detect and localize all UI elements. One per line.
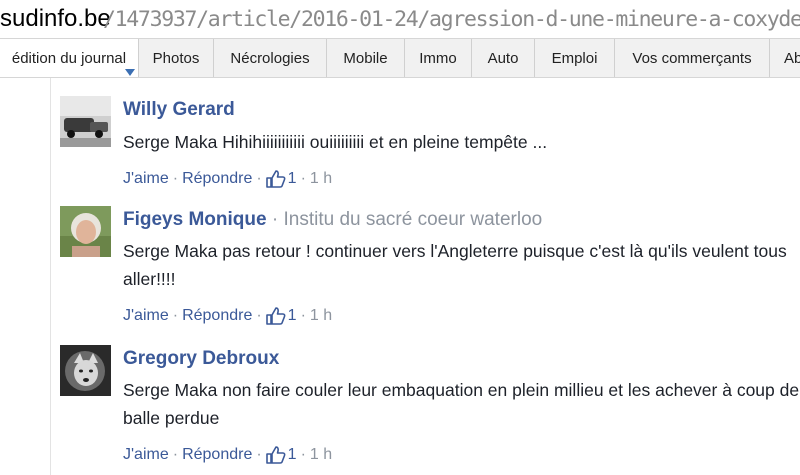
thumbs-up-icon[interactable] <box>265 446 286 464</box>
comment-actions: J'aime · Répondre · 1 · 1 h <box>123 307 332 325</box>
tab-label: Ab <box>784 50 800 67</box>
author-name[interactable]: Willy Gerard <box>123 99 235 120</box>
timestamp[interactable]: 1 h <box>310 446 332 464</box>
tab-label: Vos commerçants <box>632 50 752 67</box>
address-bar[interactable]: sudinfo.be /1473937/article/2016-01-24/a… <box>0 0 800 36</box>
like-link[interactable]: J'aime <box>123 446 169 464</box>
comment: Willy Gerard Serge Maka Hihihiiiiiiiiiii… <box>60 96 800 196</box>
site-navigation: édition du journal Photos Nécrologies Mo… <box>0 38 800 78</box>
separator: · <box>172 446 179 463</box>
comment-actions: J'aime · Répondre · 1 · 1 h <box>123 446 332 464</box>
comment-text: Serge Maka non faire couler leur embaqua… <box>123 380 800 428</box>
separator: · <box>256 446 262 463</box>
like-link[interactable]: J'aime <box>123 170 169 188</box>
tab-edition-du-journal[interactable]: édition du journal <box>0 39 139 77</box>
separator: · <box>256 170 262 187</box>
thumbs-up-icon[interactable] <box>265 307 286 325</box>
separator: · <box>172 307 179 324</box>
separator: · <box>300 170 306 187</box>
url-path: /1473937/article/2016-01-24/agression-d-… <box>103 7 800 32</box>
tab-label: Photos <box>152 50 200 67</box>
comment: Gregory Debroux Serge Maka non faire cou… <box>60 345 800 475</box>
tab-label: édition du journal <box>11 50 127 67</box>
wolf-photo-avatar-icon <box>60 345 111 396</box>
tab-label: Mobile <box>343 50 388 67</box>
tab-immo[interactable]: Immo <box>405 39 472 77</box>
tab-label: Nécrologies <box>230 50 310 67</box>
comment: Figeys Monique · Institu du sacré coeur … <box>60 206 800 336</box>
author-name[interactable]: Figeys Monique <box>123 209 267 230</box>
comment-actions: J'aime · Répondre · 1 · 1 h <box>123 170 332 188</box>
tab-label: Auto <box>487 50 519 67</box>
thumbs-up-icon[interactable] <box>265 170 286 188</box>
thread-line <box>50 78 51 475</box>
tab-label: Immo <box>419 50 457 67</box>
tab-necrologies[interactable]: Nécrologies <box>214 39 327 77</box>
url-domain: sudinfo.be <box>0 5 111 32</box>
author-affiliation[interactable]: Institu du sacré coeur waterloo <box>283 209 542 230</box>
tab-mobile[interactable]: Mobile <box>327 39 405 77</box>
tab-photos[interactable]: Photos <box>139 39 214 77</box>
like-count[interactable]: 1 <box>288 446 297 464</box>
comment-author[interactable]: Figeys Monique · Institu du sacré coeur … <box>123 209 542 231</box>
author-name[interactable]: Gregory Debroux <box>123 348 279 369</box>
avatar[interactable] <box>60 206 111 257</box>
tab-ab[interactable]: Ab <box>770 39 800 77</box>
dropdown-arrow-icon <box>125 69 135 76</box>
timestamp[interactable]: 1 h <box>310 170 332 188</box>
comment-text: Serge Maka Hihihiiiiiiiiiii ouiiiiiiiii … <box>123 132 548 152</box>
timestamp[interactable]: 1 h <box>310 307 332 325</box>
reply-link[interactable]: Répondre <box>182 446 252 464</box>
comment-author[interactable]: Willy Gerard <box>123 99 235 121</box>
like-count[interactable]: 1 <box>288 307 297 325</box>
avatar[interactable] <box>60 345 111 396</box>
tab-vos-commercants[interactable]: Vos commerçants <box>615 39 770 77</box>
like-count[interactable]: 1 <box>288 170 297 188</box>
reply-link[interactable]: Répondre <box>182 170 252 188</box>
separator: · <box>256 307 262 324</box>
avatar[interactable] <box>60 96 111 147</box>
comment-author[interactable]: Gregory Debroux <box>123 348 279 370</box>
separator: · <box>300 446 306 463</box>
woman-photo-avatar-icon <box>60 206 111 257</box>
car-photo-avatar-icon <box>60 96 111 147</box>
like-link[interactable]: J'aime <box>123 307 169 325</box>
reply-link[interactable]: Répondre <box>182 307 252 325</box>
separator: · <box>271 209 284 230</box>
tab-auto[interactable]: Auto <box>472 39 535 77</box>
separator: · <box>300 307 306 324</box>
separator: · <box>172 170 179 187</box>
tab-label: Emploi <box>551 50 598 67</box>
tab-emploi[interactable]: Emploi <box>535 39 615 77</box>
comment-text: Serge Maka pas retour ! continuer vers l… <box>123 241 787 289</box>
